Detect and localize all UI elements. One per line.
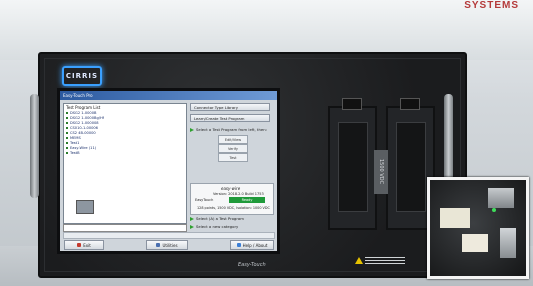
right-latch[interactable] xyxy=(400,98,420,110)
window-titlebar: Easy-Touch Pro xyxy=(60,91,277,100)
inset-bracket xyxy=(500,228,516,258)
program-thumbnail xyxy=(76,200,94,214)
list-item[interactable]: TestB xyxy=(64,151,186,156)
run-hint: Select (A) a Test Program xyxy=(190,216,244,221)
green-arrow-icon xyxy=(190,216,194,221)
help-icon xyxy=(236,243,241,247)
green-arrow-icon xyxy=(190,224,194,229)
verify-button[interactable]: Verify xyxy=(218,144,248,153)
utilities-button[interactable]: Utilities xyxy=(146,240,188,250)
test-button[interactable]: Test xyxy=(218,153,248,162)
connector-library-button[interactable]: Connector Type Library xyxy=(190,103,270,111)
window-title: Easy-Touch Pro xyxy=(63,93,93,98)
category-hint: Select a new category xyxy=(190,224,238,229)
gear-icon xyxy=(156,243,161,247)
warning-text-lines xyxy=(365,257,405,266)
help-button[interactable]: Help / About xyxy=(230,240,274,250)
inset-led xyxy=(492,208,496,212)
inset-photo xyxy=(427,177,529,279)
inset-label-sticker-2 xyxy=(462,234,488,252)
inset-metal-plate xyxy=(488,188,514,208)
background-brand-text: SYSTEMS xyxy=(464,0,519,11)
app-name: easy-wire xyxy=(221,186,241,191)
list-title: Test Program List xyxy=(66,105,101,110)
warning-label xyxy=(355,255,407,269)
exit-button[interactable]: Exit xyxy=(64,240,104,250)
learn-create-button[interactable]: Learn/Create Test Program xyxy=(190,114,270,122)
mode-label: EasyTouch xyxy=(195,198,214,202)
app-version: Version: 2018.2.0 Build 1753 xyxy=(213,192,264,196)
test-program-list: Test Program List DSG2 1-0000B DSG2 1-00… xyxy=(63,103,187,224)
voltage-label: 1500 VDC xyxy=(374,150,388,194)
right-opening xyxy=(396,122,426,212)
green-arrow-icon xyxy=(190,127,194,132)
touch-screen: Easy-Touch Pro Test Program List DSG2 1-… xyxy=(57,88,280,254)
warning-icon xyxy=(355,257,363,264)
exit-icon xyxy=(77,243,82,247)
points-spec: 128 points, 1500 VDC, Isolation: 1000 VD… xyxy=(197,206,270,210)
left-bay xyxy=(328,98,377,230)
logo-text: CIRRIS xyxy=(65,72,99,80)
category-bar[interactable]: ALL xyxy=(63,232,275,249)
background-factory xyxy=(0,0,533,60)
inset-label-sticker xyxy=(440,208,470,228)
cirris-logo: CIRRIS xyxy=(62,66,102,86)
device-footer-brand: Easy-Touch xyxy=(238,262,266,268)
app-info-panel: easy-wire Version: 2018.2.0 Build 1753 E… xyxy=(190,183,274,215)
edit-view-button[interactable]: Edit/View xyxy=(218,135,248,144)
left-handle xyxy=(30,94,39,198)
status-badge: Ready xyxy=(229,197,265,203)
left-latch[interactable] xyxy=(342,98,362,110)
left-opening xyxy=(338,122,368,212)
search-input[interactable] xyxy=(63,224,187,232)
select-hint: Select a Test Program from left, then: xyxy=(190,127,267,132)
